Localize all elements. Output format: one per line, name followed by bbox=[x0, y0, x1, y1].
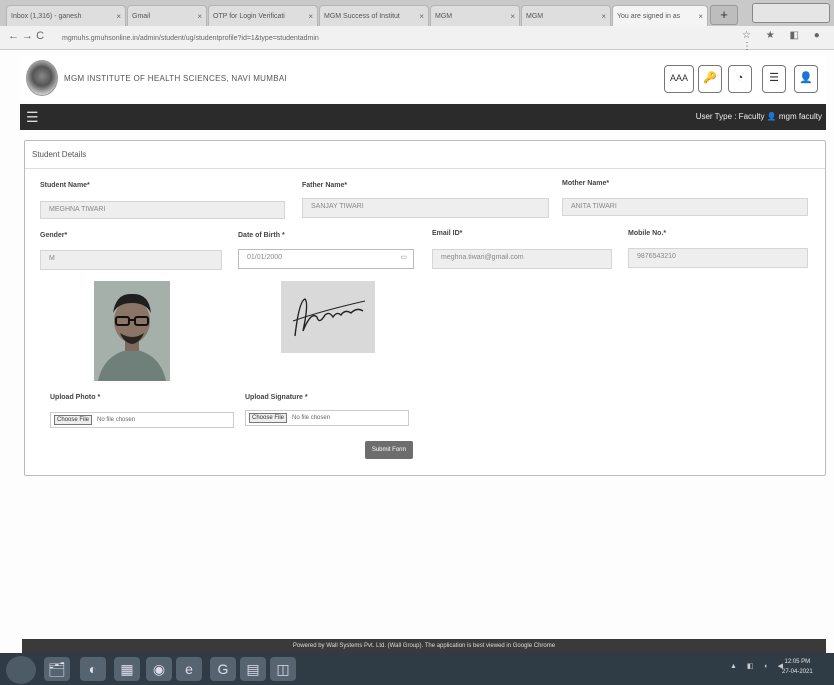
close-icon[interactable]: × bbox=[510, 12, 515, 21]
dashboard-icon[interactable]: ◔ bbox=[728, 65, 752, 93]
choose-file-button[interactable]: Choose File bbox=[54, 415, 93, 425]
close-icon[interactable]: × bbox=[698, 12, 703, 21]
key-icon[interactable]: 🔑 bbox=[698, 65, 722, 93]
email-field[interactable]: meghna.tiwari@gmail.com bbox=[432, 249, 612, 269]
app-icon[interactable]: ▤ bbox=[240, 657, 266, 681]
close-icon[interactable]: × bbox=[116, 12, 121, 21]
submit-button[interactable]: Submit Form bbox=[365, 441, 413, 459]
clock-time: 12:05 PM bbox=[784, 659, 811, 665]
internet-explorer-icon[interactable]: e bbox=[176, 657, 202, 681]
upload-signature-label: Upload Signature * bbox=[245, 394, 308, 401]
mobile-label: Mobile No.* bbox=[628, 230, 667, 237]
close-icon[interactable]: × bbox=[419, 12, 424, 21]
upload-photo-label: Upload Photo * bbox=[50, 394, 101, 401]
hamburger-menu-icon[interactable]: ☰ bbox=[26, 110, 39, 124]
tab-label: OTP for Login Verificati bbox=[213, 12, 285, 20]
institute-name: MGM INSTITUTE OF HEALTH SCIENCES, NAVI M… bbox=[64, 74, 287, 83]
font-size-button[interactable]: AAA bbox=[664, 65, 694, 93]
start-button[interactable] bbox=[6, 656, 36, 684]
tab-label: Inbox (1,316) - ganesh bbox=[11, 12, 82, 20]
calendar-icon[interactable]: ▭ bbox=[400, 250, 407, 266]
media-player-icon[interactable]: ◐ bbox=[80, 657, 106, 681]
browser-tab-strip: Inbox (1,316) - ganesh × Gmail × OTP for L… bbox=[0, 0, 834, 26]
tab-label: MGM bbox=[435, 12, 453, 20]
gender-field[interactable]: M bbox=[40, 250, 222, 270]
father-name-label: Father Name* bbox=[302, 182, 348, 189]
upload-signature-input[interactable]: Choose File No file chosen bbox=[245, 410, 409, 426]
navigation-buttons[interactable]: ← → C bbox=[8, 30, 44, 42]
mother-name-field[interactable]: ANITA TIWARI bbox=[562, 198, 808, 216]
url-field[interactable]: mgmuhs.gmuhsonline.in/admin/student/ug/s… bbox=[62, 31, 702, 46]
institute-logo bbox=[26, 60, 58, 96]
upload-photo-input[interactable]: Choose File No file chosen bbox=[50, 412, 234, 428]
browser-toolbar-icons[interactable]: ☆ ★ ◧ ● ⋮ bbox=[742, 30, 834, 52]
mobile-field[interactable]: 9876543210 bbox=[628, 248, 808, 268]
file-status: No file chosen bbox=[292, 415, 331, 421]
browser-tab[interactable]: MGM × bbox=[430, 5, 520, 26]
window-icon[interactable]: ◫ bbox=[270, 657, 296, 681]
office-app-icon[interactable]: ▦ bbox=[114, 657, 140, 681]
tab-label: MGM bbox=[526, 12, 544, 20]
browser-tab[interactable]: OTP for Login Verificati × bbox=[208, 5, 318, 26]
system-tray-icons[interactable]: ▲ ◧ ◖ ◀ bbox=[730, 662, 787, 670]
student-name-field[interactable]: MEGHNA TIWARI bbox=[40, 201, 285, 219]
dob-field[interactable]: 01/01/2000 ▭ bbox=[238, 249, 414, 269]
browser-tab[interactable]: Gmail × bbox=[127, 5, 207, 26]
tab-label: MGM Success of Institut bbox=[324, 12, 400, 20]
dob-label: Date of Birth * bbox=[238, 232, 285, 239]
user-type-label: User Type : Faculty 👤 mgm faculty bbox=[695, 112, 822, 121]
father-name-field[interactable]: SANJAY TIWARI bbox=[302, 198, 549, 218]
student-name-label: Student Name* bbox=[40, 182, 90, 189]
chrome-icon[interactable]: ◉ bbox=[146, 657, 172, 681]
user-icon[interactable]: 👤 bbox=[794, 65, 818, 93]
close-icon[interactable]: × bbox=[308, 12, 313, 21]
student-signature-image bbox=[281, 281, 375, 353]
tab-label: Gmail bbox=[132, 12, 151, 20]
menu-list-icon[interactable]: ☰ bbox=[762, 65, 786, 93]
browser-tab[interactable]: MGM Success of Institut × bbox=[319, 5, 429, 26]
google-icon[interactable]: G bbox=[210, 657, 236, 681]
new-tab-button[interactable]: + bbox=[710, 5, 738, 25]
close-icon[interactable]: × bbox=[197, 12, 202, 21]
email-label: Email ID* bbox=[432, 230, 463, 237]
browser-tab[interactable]: Inbox (1,316) - ganesh × bbox=[6, 5, 126, 26]
dob-value: 01/01/2000 bbox=[247, 254, 283, 261]
card-title: Student Details bbox=[32, 150, 87, 159]
file-explorer-icon[interactable]: 🗂 bbox=[44, 657, 70, 681]
browser-tab[interactable]: MGM × bbox=[521, 5, 611, 26]
tab-label: You are signed in as bbox=[617, 12, 681, 20]
gender-label: Gender* bbox=[40, 232, 68, 239]
clock-date: 27-04-2021 bbox=[782, 669, 813, 675]
mother-name-label: Mother Name* bbox=[562, 180, 610, 187]
page-footer: Powered by Wall Systems Pvt. Ltd. (Wall … bbox=[22, 639, 826, 653]
window-controls[interactable] bbox=[752, 3, 830, 23]
choose-file-button[interactable]: Choose File bbox=[249, 413, 288, 423]
student-photo bbox=[94, 281, 170, 381]
system-clock[interactable]: 12:05 PM 27-04-2021 bbox=[782, 657, 813, 677]
browser-tab-active[interactable]: You are signed in as × bbox=[612, 5, 708, 26]
divider bbox=[25, 168, 825, 169]
close-icon[interactable]: × bbox=[601, 12, 606, 21]
file-status: No file chosen bbox=[97, 417, 136, 423]
